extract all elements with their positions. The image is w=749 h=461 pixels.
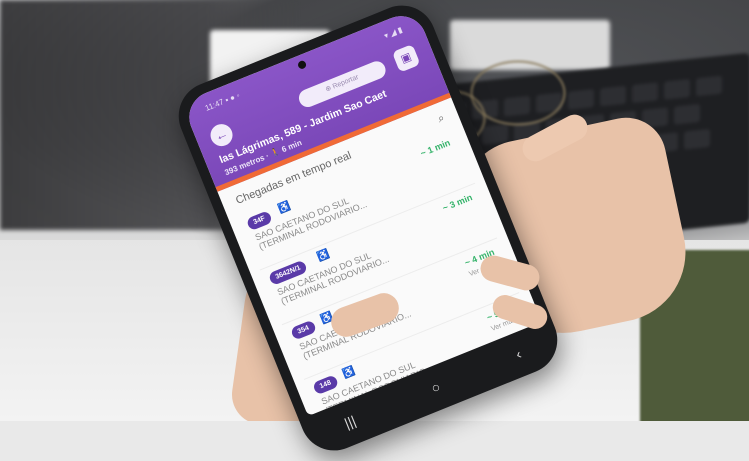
arrow-left-icon[interactable]: ← [207, 120, 236, 150]
recents-button[interactable]: ||| [342, 412, 358, 431]
chat-icon[interactable]: ▣ [391, 44, 421, 73]
status-icons: ▾ ◢ ▮ [382, 25, 404, 41]
eta: ~ 1 min [418, 137, 452, 159]
back-button[interactable]: ‹ [513, 346, 523, 363]
home-button[interactable]: ○ [429, 378, 443, 396]
search-icon[interactable]: ⌕ [436, 112, 447, 126]
accessibility-icon: ♿ [315, 248, 332, 264]
status-time: 11:47 ▪ ● ◦ [203, 90, 242, 113]
eta: ~ 3 min [441, 192, 474, 214]
accessibility-icon: ♿ [341, 365, 358, 381]
accessibility-icon: ♿ [276, 200, 293, 216]
